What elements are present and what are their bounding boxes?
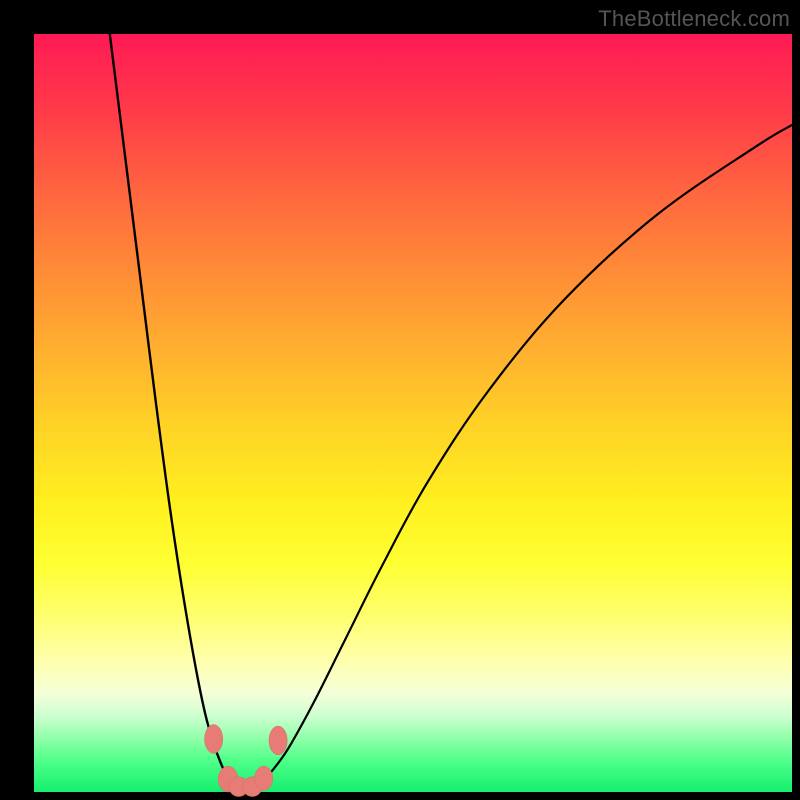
minimum-marker bbox=[205, 725, 223, 754]
minimum-marker bbox=[255, 766, 273, 790]
curve-right-branch bbox=[246, 125, 792, 788]
minimum-markers bbox=[205, 725, 288, 797]
curve-left-branch bbox=[110, 34, 246, 788]
watermark-text: TheBottleneck.com bbox=[598, 6, 790, 32]
curve-svg bbox=[34, 34, 792, 792]
chart-frame: TheBottleneck.com bbox=[0, 0, 800, 800]
minimum-marker bbox=[269, 726, 287, 755]
plot-area bbox=[34, 34, 792, 792]
